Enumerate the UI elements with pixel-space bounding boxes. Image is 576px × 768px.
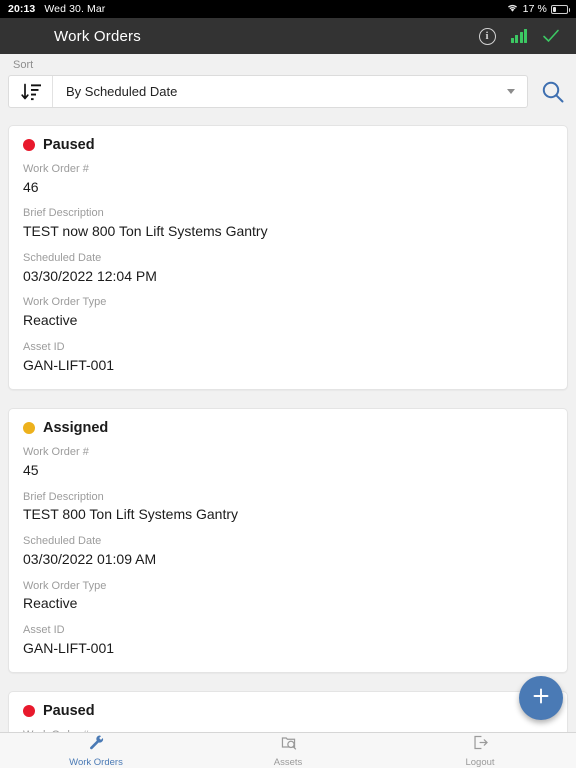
logout-icon: [472, 734, 489, 756]
field-label: Scheduled Date: [23, 251, 102, 264]
field-label: Asset ID: [23, 623, 65, 636]
field-label: Work Order #: [23, 446, 89, 459]
sort-bar: Sort By Scheduled Date: [0, 54, 576, 116]
add-work-order-button[interactable]: [519, 676, 563, 720]
field-value: Reactive: [23, 595, 78, 612]
sort-label: Sort: [13, 59, 34, 71]
app-root: 20:13 Wed 30. Mar 17 % Work Orders i Sor…: [0, 0, 576, 768]
tab-logout[interactable]: Logout: [384, 734, 576, 768]
work-order-list[interactable]: Paused Work Order # 46 Brief Description…: [0, 113, 576, 732]
field-value: 03/30/2022 12:04 PM: [23, 267, 157, 284]
status-time: 20:13: [8, 3, 36, 15]
status-label: Paused: [43, 703, 95, 720]
tab-work-orders[interactable]: Work Orders: [0, 734, 192, 768]
info-icon[interactable]: i: [478, 27, 496, 45]
field-brief-description: Brief Description TEST 800 Ton Lift Syst…: [23, 490, 553, 525]
status-label: Paused: [43, 137, 95, 153]
tab-label: Logout: [465, 756, 495, 768]
status-date: Wed 30. Mar: [44, 3, 106, 15]
tab-label: Assets: [273, 756, 303, 768]
field-label: Brief Description: [23, 207, 104, 220]
status-badge: Assigned: [23, 420, 553, 436]
field-label: Brief Description: [23, 490, 104, 503]
wifi-icon: [506, 3, 519, 16]
field-label: Work Order Type: [23, 296, 107, 309]
work-order-card[interactable]: Assigned Work Order # 45 Brief Descripti…: [8, 408, 568, 674]
field-value: Reactive: [23, 312, 78, 329]
search-icon[interactable]: [538, 77, 568, 107]
battery-icon: [551, 4, 570, 14]
sort-select[interactable]: By Scheduled Date: [8, 75, 528, 108]
check-icon: [542, 27, 560, 45]
field-value: 46: [23, 178, 39, 195]
field-scheduled-date: Scheduled Date 03/30/2022 12:04 PM: [23, 251, 553, 286]
field-value: GAN-LIFT-001: [23, 639, 115, 656]
field-value: TEST 800 Ton Lift Systems Gantry: [23, 506, 239, 523]
field-value: TEST now 800 Ton Lift Systems Gantry: [23, 223, 268, 240]
app-bar: Work Orders i: [0, 18, 576, 54]
app-bar-actions: i: [478, 27, 561, 45]
tab-label: Work Orders: [69, 756, 123, 768]
signal-bars-icon: [510, 29, 527, 43]
chevron-down-icon[interactable]: [507, 89, 515, 94]
field-label: Asset ID: [23, 340, 65, 353]
field-scheduled-date: Scheduled Date 03/30/2022 01:09 AM: [23, 534, 553, 569]
ios-status-bar: 20:13 Wed 30. Mar 17 %: [0, 0, 576, 18]
status-label: Assigned: [43, 420, 109, 437]
work-order-card[interactable]: Paused Work Order # 46 Brief Description…: [8, 125, 568, 391]
field-value: GAN-LIFT-001: [23, 356, 115, 373]
status-dot-icon: [23, 422, 35, 435]
plus-icon: [530, 685, 552, 712]
tab-assets[interactable]: Assets: [192, 734, 384, 768]
field-value: 03/30/2022 01:09 AM: [23, 550, 157, 567]
field-brief-description: Brief Description TEST now 800 Ton Lift …: [23, 206, 553, 241]
work-order-card[interactable]: Paused Work Order # 34 Brief Description…: [8, 691, 568, 732]
sort-descending-icon[interactable]: [9, 76, 53, 107]
field-work-order: Work Order # 45: [23, 445, 553, 480]
field-label: Scheduled Date: [23, 535, 102, 548]
field-work-order-type: Work Order Type Reactive: [23, 295, 553, 330]
field-work-order-type: Work Order Type Reactive: [23, 579, 553, 614]
field-label: Work Order Type: [23, 579, 107, 592]
status-badge: Paused: [23, 137, 553, 153]
status-right-group: 17 %: [506, 3, 570, 16]
status-dot-icon: [23, 705, 35, 718]
field-asset-id: Asset ID GAN-LIFT-001: [23, 340, 553, 375]
wrench-icon: [88, 734, 105, 756]
status-badge: Paused: [23, 703, 553, 719]
bottom-tab-bar: Work Orders Assets Logout: [0, 732, 576, 768]
asset-search-icon: [280, 734, 297, 756]
sort-row: By Scheduled Date: [8, 75, 568, 108]
field-value: 45: [23, 462, 39, 479]
field-label: Work Order #: [23, 163, 89, 175]
page-title: Work Orders: [54, 27, 141, 45]
field-asset-id: Asset ID GAN-LIFT-001: [23, 623, 553, 658]
battery-percent: 17 %: [522, 3, 547, 15]
field-work-order: Work Order # 46: [23, 162, 553, 197]
sort-value[interactable]: By Scheduled Date: [53, 84, 507, 99]
status-dot-icon: [23, 139, 35, 151]
